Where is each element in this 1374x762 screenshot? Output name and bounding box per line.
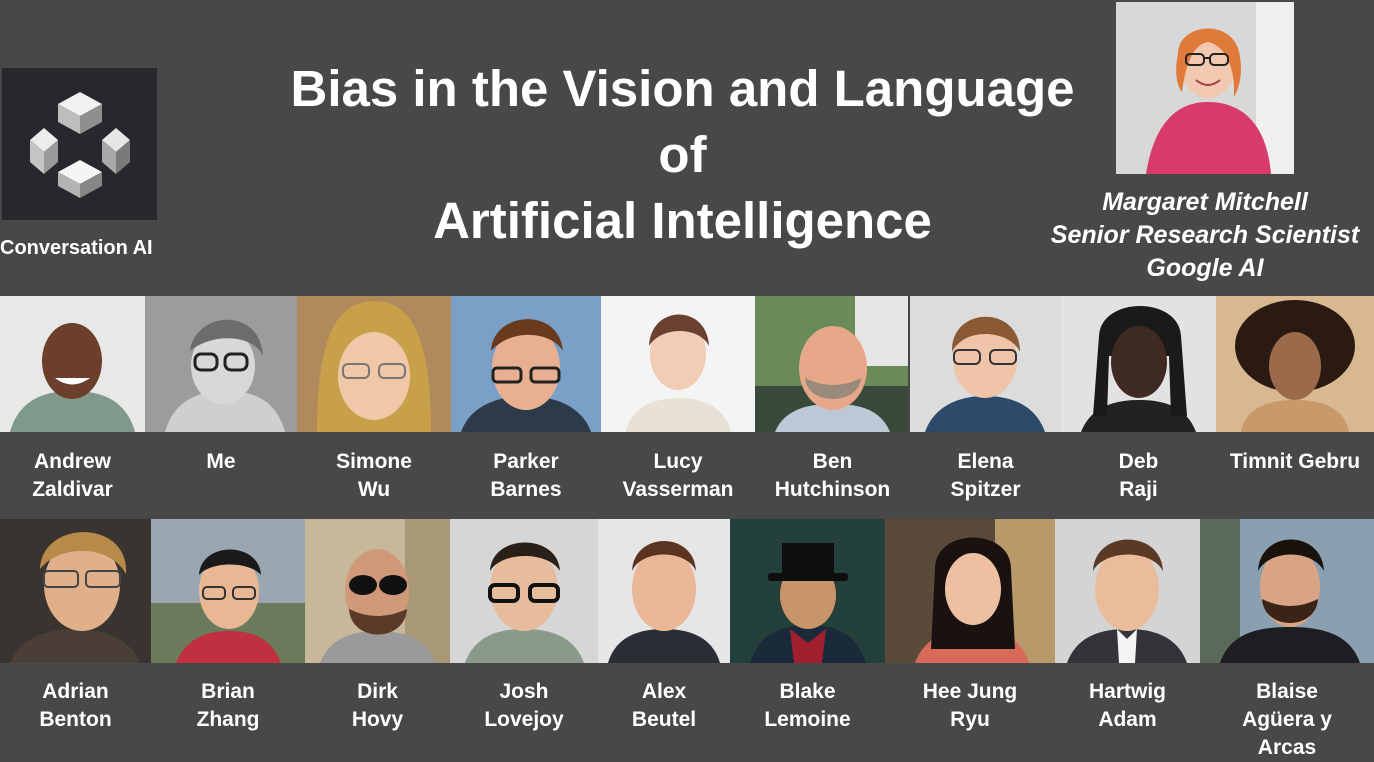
member-photo — [450, 519, 598, 663]
member-photo — [730, 519, 885, 663]
member-name-line-1: Ben — [812, 450, 853, 473]
member-name-line-2: Lemoine — [764, 708, 851, 731]
speaker-photo — [1116, 2, 1294, 174]
conversation-ai-cube-icon — [29, 92, 130, 198]
member-name-line-1: Dirk — [357, 680, 398, 703]
member-name-line-1: Hee Jung — [922, 680, 1018, 703]
speaker-name: Margaret Mitchell — [1102, 188, 1308, 216]
member-name-line-1: Deb — [1118, 450, 1159, 473]
speaker-role: Senior Research Scientist — [1050, 221, 1360, 249]
title-line-3: Artificial Intelligence — [433, 192, 932, 249]
member-name-line-1: Timnit Gebru — [1229, 450, 1361, 473]
member-photo — [1055, 519, 1200, 663]
member-name-line-2: Hovy — [351, 708, 404, 731]
member-name-line-2: Barnes — [490, 478, 562, 501]
member-name-line-2: Raji — [1119, 478, 1158, 501]
member-name-line-2: Vasserman — [622, 478, 734, 501]
member-name-line-1: Adrian — [42, 680, 109, 703]
member-name-line-1: Josh — [499, 680, 549, 703]
member-photo — [885, 519, 1055, 663]
member-name-line-1: Elena — [957, 450, 1014, 473]
member-photo — [297, 296, 451, 432]
member-name-line-1: Hartwig — [1088, 680, 1166, 703]
member-name-line-2: Ryu — [950, 708, 990, 731]
title-line-2: of — [658, 126, 707, 183]
member-photo — [1200, 519, 1374, 663]
member-name-line-1: Me — [206, 450, 236, 473]
member-photo — [305, 519, 450, 663]
member-name-line-1: Blaise — [1256, 680, 1318, 703]
member-name-line-2: Zhang — [196, 708, 260, 731]
speaker-info: Margaret Mitchell Senior Research Scient… — [1030, 186, 1374, 285]
member-name-line-1: Alex — [641, 680, 687, 703]
member-name-line-2: Agüera y — [1242, 708, 1332, 731]
logo-label: Conversation AI — [0, 237, 153, 259]
member-name-line-2: Zaldivar — [32, 478, 113, 501]
member-name-line-1: Brian — [201, 680, 255, 703]
title-line-1: Bias in the Vision and Language — [290, 60, 1075, 117]
member-photo — [151, 519, 305, 663]
member-photo — [145, 296, 297, 432]
member-name-line-2: Benton — [39, 708, 112, 731]
slide-title: Bias in the Vision and Language of Artif… — [240, 56, 1125, 254]
member-name-line-2: Hutchinson — [774, 478, 891, 501]
member-name-line-1: Lucy — [653, 450, 703, 473]
member-photo — [451, 296, 601, 432]
member-name-line-2: Beutel — [631, 708, 697, 731]
member-name-line-1: Andrew — [33, 450, 111, 473]
member-photo — [0, 296, 145, 432]
conversation-ai-logo — [2, 68, 157, 220]
member-name-line-1: Simone — [336, 450, 412, 473]
member-photo — [1216, 296, 1374, 432]
member-name-line-2: Wu — [357, 478, 391, 501]
member-name-line-2: Lovejoy — [484, 708, 564, 731]
member-name-line-2: Adam — [1098, 708, 1157, 731]
member-photo — [1061, 296, 1216, 432]
member-name-line-1: Parker — [493, 450, 559, 473]
member-name-line-2: Spitzer — [950, 478, 1021, 501]
member-photo — [0, 519, 151, 663]
member-photo — [601, 296, 755, 432]
speaker-org: Google AI — [1146, 254, 1264, 282]
member-photo — [910, 296, 1061, 432]
member-photo — [755, 296, 908, 432]
member-name-line-1: Blake — [779, 680, 836, 703]
member-photo — [598, 519, 730, 663]
